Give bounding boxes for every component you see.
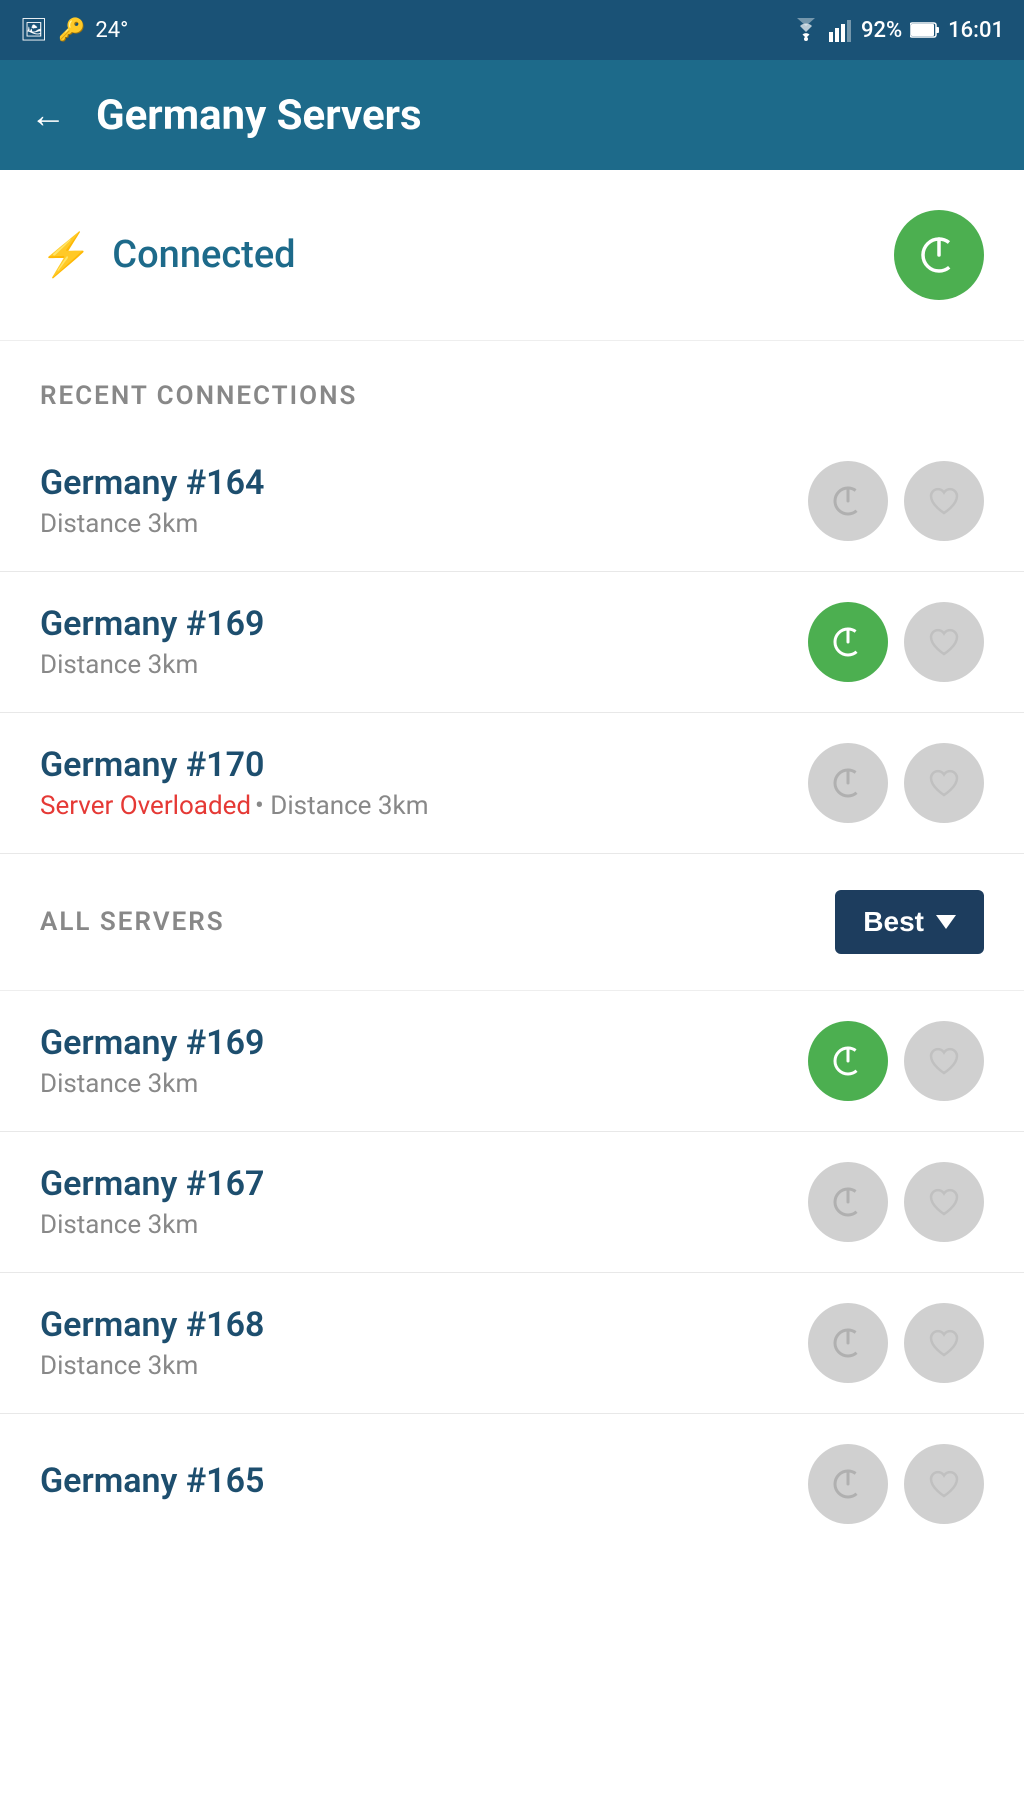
all-server-item-167: Germany #167 Distance 3km [0, 1132, 1024, 1273]
all-heart-icon-165 [928, 1469, 960, 1499]
server-info-170: Germany #170 Server Overloaded • Distanc… [40, 745, 808, 821]
all-power-icon-165 [830, 1466, 866, 1502]
power-icon-169 [830, 624, 866, 660]
power-button-170[interactable] [808, 743, 888, 823]
all-server-name-169: Germany #169 [40, 1023, 808, 1063]
all-power-icon-167 [830, 1184, 866, 1220]
status-bar: 🖼 🔑 24° 92% 16:01 [0, 0, 1024, 60]
favorite-button-170[interactable] [904, 743, 984, 823]
all-favorite-button-165[interactable] [904, 1444, 984, 1524]
all-power-button-167[interactable] [808, 1162, 888, 1242]
signal-icon [829, 18, 853, 42]
battery-text: 92% [861, 18, 902, 43]
image-icon: 🖼 [20, 18, 48, 43]
distance-separator-170: • [255, 791, 270, 821]
all-power-button-165[interactable] [808, 1444, 888, 1524]
all-power-button-169-active[interactable] [808, 1021, 888, 1101]
all-favorite-button-169[interactable] [904, 1021, 984, 1101]
back-button[interactable]: ← [30, 94, 66, 136]
all-server-actions-169 [808, 1021, 984, 1101]
main-power-button[interactable] [894, 210, 984, 300]
heart-icon-169 [928, 627, 960, 657]
all-server-item-168: Germany #168 Distance 3km [0, 1273, 1024, 1414]
power-icon-164 [830, 483, 866, 519]
connection-status-section: ⚡ Connected [0, 170, 1024, 341]
all-server-item-169: Germany #169 Distance 3km [0, 991, 1024, 1132]
recent-server-item-170: Germany #170 Server Overloaded • Distanc… [0, 713, 1024, 854]
favorite-button-164[interactable] [904, 461, 984, 541]
power-icon-main [917, 233, 961, 277]
all-heart-icon-168 [928, 1328, 960, 1358]
all-servers-section-header: ALL SERVERS Best [0, 854, 1024, 991]
all-servers-label: ALL SERVERS [40, 907, 225, 937]
all-heart-icon-167 [928, 1187, 960, 1217]
main-content: ⚡ Connected RECENT CONNECTIONS Germany #… [0, 170, 1024, 1820]
connection-status-left: ⚡ Connected [40, 231, 296, 280]
connection-status-text: Connected [112, 233, 295, 277]
wifi-icon [791, 18, 821, 42]
all-server-distance-168: Distance 3km [40, 1351, 808, 1381]
key-icon: 🔑 [58, 18, 85, 43]
all-server-distance-169: Distance 3km [40, 1069, 808, 1099]
server-name-169: Germany #169 [40, 604, 808, 644]
server-distance-169: Distance 3km [40, 650, 808, 680]
all-heart-icon-169 [928, 1046, 960, 1076]
server-status-170: Server Overloaded • Distance 3km [40, 791, 808, 821]
sort-best-button[interactable]: Best [835, 890, 984, 954]
server-name-170: Germany #170 [40, 745, 808, 785]
all-server-actions-167 [808, 1162, 984, 1242]
power-button-164[interactable] [808, 461, 888, 541]
status-bar-right: 92% 16:01 [791, 18, 1004, 43]
all-server-info-168: Germany #168 Distance 3km [40, 1305, 808, 1381]
lightning-icon: ⚡ [40, 231, 92, 280]
server-actions-170 [808, 743, 984, 823]
all-favorite-button-167[interactable] [904, 1162, 984, 1242]
server-actions-164 [808, 461, 984, 541]
server-name-164: Germany #164 [40, 463, 808, 503]
all-server-info-167: Germany #167 Distance 3km [40, 1164, 808, 1240]
chevron-down-icon [936, 915, 956, 929]
server-distance-170: Distance 3km [270, 791, 428, 821]
app-header: ← Germany Servers [0, 60, 1024, 170]
all-power-icon-169 [830, 1043, 866, 1079]
sort-label: Best [863, 906, 924, 938]
all-server-actions-168 [808, 1303, 984, 1383]
server-actions-169 [808, 602, 984, 682]
overloaded-label-170: Server Overloaded [40, 791, 251, 821]
status-bar-left: 🖼 🔑 24° [20, 18, 128, 43]
all-server-item-165-partial: Germany #165 [0, 1414, 1024, 1534]
all-server-actions-165 [808, 1444, 984, 1524]
favorite-button-169[interactable] [904, 602, 984, 682]
power-button-169-active[interactable] [808, 602, 888, 682]
server-info-169: Germany #169 Distance 3km [40, 604, 808, 680]
all-server-distance-167: Distance 3km [40, 1210, 808, 1240]
all-server-name-167: Germany #167 [40, 1164, 808, 1204]
heart-icon-164 [928, 486, 960, 516]
all-server-info-169: Germany #169 Distance 3km [40, 1023, 808, 1099]
battery-icon [910, 21, 940, 39]
page-title: Germany Servers [96, 91, 422, 140]
recent-server-item-169: Germany #169 Distance 3km [0, 572, 1024, 713]
all-power-button-168[interactable] [808, 1303, 888, 1383]
recent-connections-header: RECENT CONNECTIONS [0, 341, 1024, 431]
all-power-icon-168 [830, 1325, 866, 1361]
temperature: 24° [95, 18, 128, 43]
server-distance-164: Distance 3km [40, 509, 808, 539]
all-server-info-165: Germany #165 [40, 1461, 808, 1507]
heart-icon-170 [928, 768, 960, 798]
server-info-164: Germany #164 Distance 3km [40, 463, 808, 539]
all-favorite-button-168[interactable] [904, 1303, 984, 1383]
all-server-name-165: Germany #165 [40, 1461, 808, 1501]
power-icon-170 [830, 765, 866, 801]
recent-server-item-164: Germany #164 Distance 3km [0, 431, 1024, 572]
time: 16:01 [948, 18, 1004, 43]
all-server-name-168: Germany #168 [40, 1305, 808, 1345]
